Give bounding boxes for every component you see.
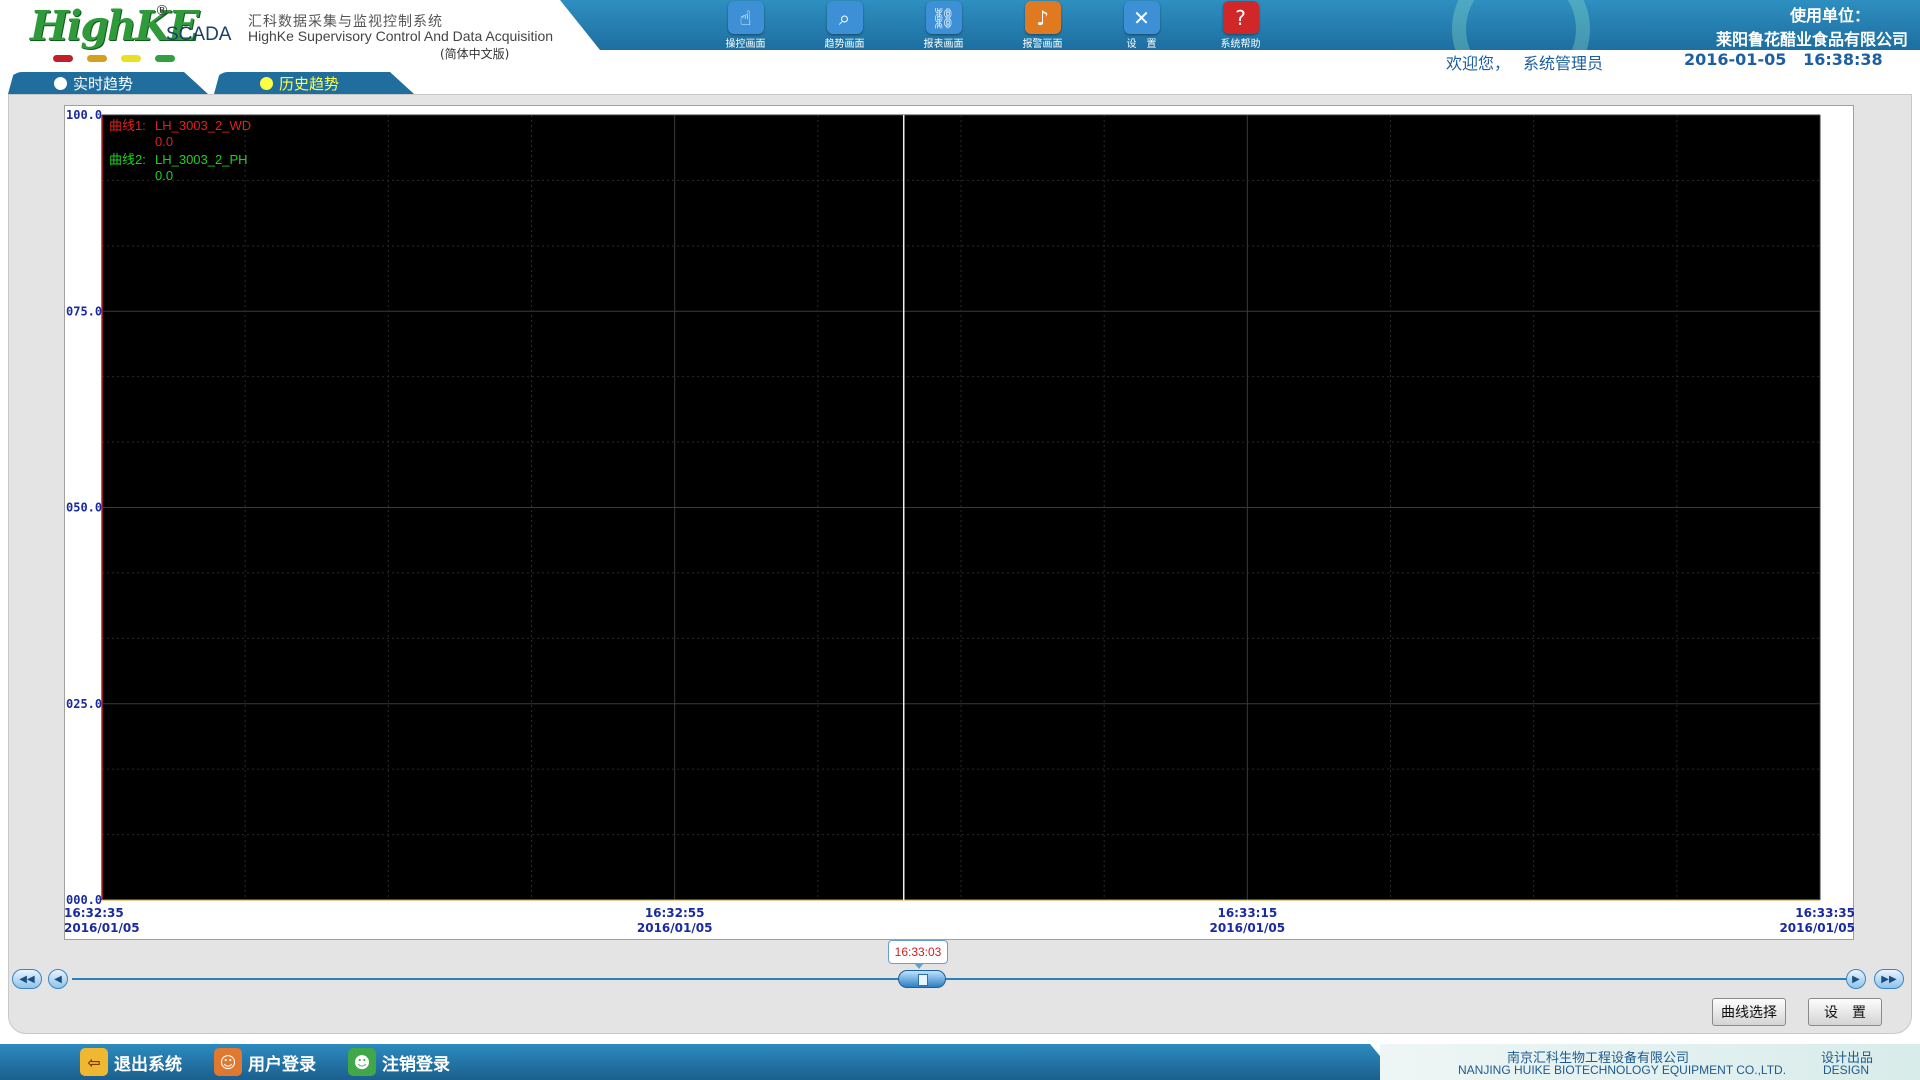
legend-series-name: LH_3003_2_WD [155,118,252,133]
time-scroll-rail[interactable] [72,978,1858,980]
current-time: 16:38:38 [1803,50,1883,69]
y-tick-label: 000.0 [66,893,102,907]
logo-registered-mark: ® [155,3,169,19]
hand-pointer-icon: ☝ [727,1,764,34]
welcome-text: 欢迎您， [1446,54,1511,73]
user-login-icon: ☺ [214,1048,242,1076]
legend-series-value: 0.0 [155,134,174,149]
legend-tag: 曲线2: [109,152,146,167]
chart-legend: 曲线1: LH_3003_2_WD 0.0 曲线2: LH_3003_2_PH … [109,118,251,184]
scroll-prev-button[interactable]: ◀ [48,969,68,989]
toolbar-button-label: 报警画面 [1022,39,1063,50]
toolbar-button-alarm-bell[interactable]: ♪ 报警画面 [993,0,1092,50]
scroll-next-button[interactable]: ▶ [1846,969,1866,989]
version-label: (简体中文版) [440,47,510,61]
trend-chart[interactable]: 000.0025.0050.0075.0100.016:32:352016/01… [64,105,1854,940]
scada-label: SCADA [166,24,232,45]
x-tick-date: 2016/01/05 [637,921,713,935]
x-tick-time: 16:32:35 [64,906,124,920]
magnifier-chart-icon: ⌕ [826,1,863,34]
exit-icon: ⇦ [80,1048,108,1076]
right-arrow-icon: ▶ [1852,973,1860,985]
curve-select-button[interactable]: 曲线选择 [1712,998,1786,1026]
y-tick-label: 025.0 [66,697,102,711]
x-tick-date: 2016/01/05 [64,921,140,935]
exit-label: 退出系统 [114,1054,182,1075]
indicator-dot [155,55,175,62]
toolbar-button-hand-pointer[interactable]: ☝ 操控画面 [696,0,795,50]
status-indicator-dots [53,55,175,62]
footer-band [0,1044,1400,1080]
indicator-dot [121,55,141,62]
legend-series-name: LH_3003_2_PH [155,152,248,167]
y-tick-label: 075.0 [66,304,102,318]
scroll-last-button[interactable]: ▶▶ [1874,969,1904,989]
double-right-arrow-icon: ▶▶ [1881,973,1897,985]
toolbar-button-label: 系统帮助 [1220,39,1261,50]
toolbar-button-label: 设 置 [1126,39,1157,50]
user-unit-label: 使用单位： [1789,6,1870,25]
report-chain-icon: ⛓ [925,1,962,34]
current-user: 系统管理员 [1523,54,1604,73]
time-scroll-area: ◀◀ ◀ 16:33:03 ▶ ▶▶ [12,940,1912,990]
scroll-first-button[interactable]: ◀◀ [12,969,42,989]
alarm-bell-icon: ♪ [1024,1,1061,34]
x-tick-time: 16:32:55 [645,906,705,920]
cursor-time-bubble: 16:33:03 [888,940,948,969]
time-scroll-thumb[interactable] [898,970,946,988]
help-icon: ? [1222,1,1259,34]
user-logout-icon: ☻ [348,1048,376,1076]
double-left-arrow-icon: ◀◀ [19,973,35,985]
logout-label: 注销登录 [382,1054,450,1075]
indicator-dot [87,55,107,62]
toolbar-button-label: 操控画面 [725,39,766,50]
user-login-button[interactable]: ☺ 用户登录 [214,1048,316,1076]
legend-value-row: 0.0 [109,134,251,150]
toolbar-button-label: 趋势画面 [824,39,865,50]
toolbar-button-report-chain[interactable]: ⛓ 报表画面 [894,0,993,50]
indicator-dot [53,55,73,62]
tools-icon: ✕ [1123,1,1160,34]
trend-tabs: 实时趋势 历史趋势 [8,72,420,94]
current-datetime: 2016-01-05 16:38:38 [1684,50,1883,69]
design-label-en: DESIGN [1823,1063,1870,1077]
exit-system-button[interactable]: ⇦ 退出系统 [80,1048,182,1076]
tab-dot-icon [54,76,67,90]
current-date: 2016-01-05 [1684,50,1787,69]
tab-realtime-trend[interactable]: 实时趋势 [8,72,208,94]
toolbar-button-magnifier-chart[interactable]: ⌕ 趋势画面 [795,0,894,50]
system-title-en: HighKe Supervisory Control And Data Acqu… [248,28,554,44]
settings-button[interactable]: 设 置 [1808,998,1882,1026]
legend-row-series-2: 曲线2: LH_3003_2_PH [109,152,251,168]
y-tick-label: 050.0 [66,501,102,515]
company-name-en: NANJING HUIKE BIOTECHNOLOGY EQUIPMENT CO… [1458,1063,1787,1077]
tab-label: 实时趋势 [73,74,134,93]
main-toolbar: ☝ 操控画面 ⌕ 趋势画面 ⛓ 报表画面 ♪ 报警画面 ✕ 设 置? 系统帮助 [696,0,1290,50]
legend-value-row: 0.0 [109,168,251,184]
user-unit-name: 莱阳鲁花醋业食品有限公司 [1715,30,1908,49]
logout-button[interactable]: ☻ 注销登录 [348,1048,450,1076]
x-tick-time: 16:33:35 [1795,906,1854,920]
tab-history-trend[interactable]: 历史趋势 [214,72,414,94]
x-tick-time: 16:33:15 [1217,906,1277,920]
toolbar-button-label: 报表画面 [923,39,964,50]
legend-tag: 曲线1: [109,118,146,133]
login-label: 用户登录 [248,1054,316,1075]
y-tick-label: 100.0 [66,108,102,122]
tab-dot-icon [260,76,273,90]
toolbar-button-help[interactable]: ? 系统帮助 [1191,0,1290,50]
x-tick-date: 2016/01/05 [1779,921,1854,935]
x-tick-date: 2016/01/05 [1210,921,1286,935]
legend-row-series-1: 曲线1: LH_3003_2_WD [109,118,251,134]
tab-label: 历史趋势 [279,74,340,93]
left-arrow-icon: ◀ [54,973,62,985]
toolbar-button-tools[interactable]: ✕ 设 置 [1092,0,1191,50]
legend-series-value: 0.0 [155,168,174,183]
